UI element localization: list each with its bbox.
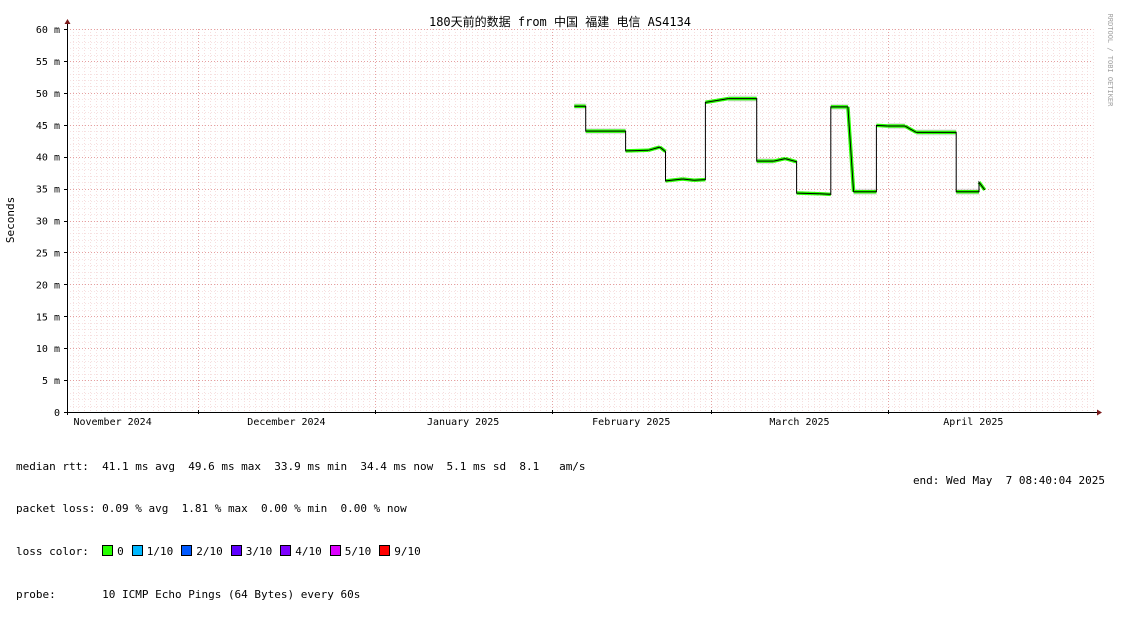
grid-minor — [67, 29, 1094, 413]
x-axis-arrow — [1097, 409, 1102, 416]
y-tick-label: 45 m — [36, 121, 60, 132]
y-tick-label: 0 — [54, 408, 60, 419]
x-tick-label: December 2024 — [247, 417, 325, 428]
loss-color-label: loss color: — [16, 545, 89, 559]
loss-color-label-text: 1/10 — [146, 545, 174, 559]
loss-color-item: 0 — [102, 545, 124, 558]
loss-color-label-text: 0 — [117, 545, 124, 559]
probe-label: probe: — [16, 588, 56, 602]
series-group — [574, 96, 987, 197]
loss-color-items: 0 1/10 2/10 3/10 4/10 5/10 9/10 — [102, 545, 429, 558]
x-tick-label: March 2025 — [769, 417, 829, 428]
loss-color-label-text: 2/10 — [196, 545, 223, 559]
x-tick-label: November 2024 — [73, 417, 151, 428]
loss-color-item: 3/10 — [230, 545, 273, 559]
probe-value: 10 ICMP Echo Pings (64 Bytes) every 60s — [102, 588, 361, 602]
loss-color-swatch — [379, 545, 391, 557]
chart: 0 5 m 10 m 15 m 20 m 25 m 30 m 35 m 40 m 45 m 50 m… — [4, 14, 1114, 428]
loss-color-row: loss color: 0 1/10 2/10 3/10 4/10 5/10 9/10 — [16, 545, 586, 559]
loss-color-swatch — [102, 545, 114, 557]
median-rtt-values: 41.1 ms avg 49.6 ms max 33.9 ms min 34.4… — [102, 459, 586, 473]
loss-color-label-text: 4/10 — [295, 545, 322, 559]
y-axis-label: Seconds — [4, 197, 17, 243]
y-tick-label: 15 m — [36, 312, 60, 323]
loss-color-label-text: 9/10 — [394, 545, 421, 559]
loss-color-item: 4/10 — [280, 545, 322, 558]
median-line — [574, 98, 986, 195]
y-tick-labels: 0 5 m 10 m 15 m 20 m 25 m 30 m 35 m 40 m 45 m 50 m… — [36, 25, 60, 419]
y-tick-label: 10 m — [36, 344, 60, 355]
x-tick-label: January 2025 — [427, 417, 499, 428]
y-tick-label: 50 m — [36, 89, 60, 100]
smoke-band — [574, 95, 979, 195]
loss-color-item: 2/10 — [181, 545, 223, 558]
loss-color-swatch — [230, 545, 242, 557]
y-tick-label: 60 m — [36, 25, 60, 36]
y-tick-label: 5 m — [42, 376, 60, 387]
watermark: RRDTOOL / TOBI OETIKER — [1106, 14, 1114, 108]
loss-color-label-text: 5/10 — [344, 545, 372, 559]
y-tick-label: 55 m — [36, 57, 60, 68]
end-time: end: Wed May 7 08:40:04 2025 — [912, 474, 1105, 487]
loss-color-item: 9/10 — [379, 545, 421, 558]
loss-color-swatch — [329, 545, 341, 557]
packet-loss-row: packet loss: 0.09 % avg 1.81 % max 0.00 … — [16, 502, 586, 516]
y-tick-label: 25 m — [36, 248, 60, 259]
median-rtt-label: median rtt: — [16, 459, 89, 473]
loss-color-swatch — [181, 545, 193, 557]
chart-title: 180天前的数据 from 中国 福建 电信 AS4134 — [429, 14, 691, 29]
y-axis-arrow — [64, 19, 71, 24]
median-rtt-row: median rtt: 41.1 ms avg 49.6 ms max 33.9… — [16, 460, 586, 474]
loss-color-item: 5/10 — [329, 545, 372, 559]
probe-row: probe: 10 ICMP Echo Pings (64 Bytes) eve… — [16, 588, 586, 602]
loss-color-swatch — [280, 545, 292, 557]
loss-color-swatch — [131, 545, 143, 557]
y-tick-label: 40 m — [36, 153, 60, 164]
x-tick-labels: November 2024 December 2024 January 2025 Fe… — [73, 417, 1003, 428]
legend: median rtt: 41.1 ms avg 49.6 ms max 33.9… — [16, 431, 586, 617]
loss-color-label-text: 3/10 — [245, 545, 273, 559]
y-tick-label: 30 m — [36, 217, 60, 228]
packet-loss-values: 0.09 % avg 1.81 % max 0.00 % min 0.00 % … — [102, 502, 407, 516]
y-tick-label: 20 m — [36, 280, 60, 291]
axes — [64, 19, 1102, 416]
loss-color-item: 1/10 — [131, 545, 174, 559]
y-tick-label: 35 m — [36, 185, 60, 196]
packet-loss-label: packet loss: — [16, 502, 96, 516]
x-tick-label: February 2025 — [592, 417, 670, 428]
x-tick-label: April 2025 — [943, 417, 1003, 428]
